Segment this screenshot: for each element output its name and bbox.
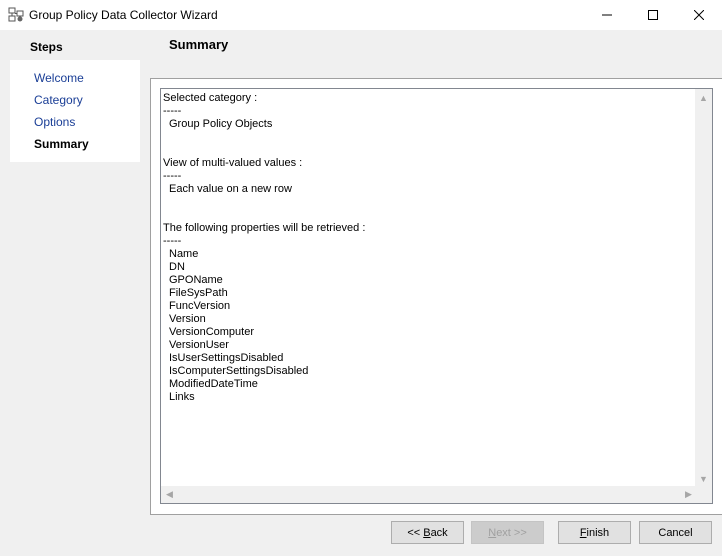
summary-line: -----: [163, 170, 182, 182]
horizontal-scrollbar[interactable]: ◀ ▶: [161, 486, 697, 503]
summary-line: Links: [169, 391, 195, 403]
summary-line: DN: [169, 261, 185, 273]
step-summary[interactable]: Summary: [34, 137, 89, 151]
page-title: Summary: [169, 37, 229, 52]
summary-textbox[interactable]: Selected category : ----- Group Policy Obj…: [160, 88, 713, 504]
group-policy-icon: [8, 7, 24, 22]
back-mnemonic: B: [423, 526, 431, 539]
next-mnemonic: N: [488, 526, 497, 539]
summary-line: Selected category :: [163, 92, 258, 104]
scroll-left-icon[interactable]: ◀: [161, 486, 178, 503]
summary-line: FileSysPath: [169, 287, 228, 299]
scroll-down-icon[interactable]: ▼: [695, 470, 712, 487]
summary-line: The following properties will be retriev…: [163, 222, 366, 234]
summary-line: GPOName: [169, 274, 223, 286]
summary-text: Selected category : ----- Group Policy Obj…: [163, 92, 693, 404]
summary-line: IsComputerSettingsDisabled: [169, 365, 309, 377]
back-rest: ack: [430, 526, 448, 539]
page-header: Summary: [150, 30, 722, 78]
summary-line: [163, 209, 693, 222]
minimize-button[interactable]: [584, 0, 630, 30]
cancel-button[interactable]: Cancel: [639, 521, 712, 544]
title-bar: Group Policy Data Collector Wizard: [0, 0, 722, 30]
summary-line: Each value on a new row: [169, 183, 292, 195]
step-options[interactable]: Options: [34, 115, 75, 129]
summary-line: -----: [163, 105, 182, 117]
back-button[interactable]: << Back: [391, 521, 464, 544]
minimize-icon: [602, 14, 612, 16]
summary-line: View of multi-valued values :: [163, 157, 303, 169]
summary-line: Name: [169, 248, 199, 260]
next-rest: ext >>: [496, 526, 527, 539]
summary-line: -----: [163, 235, 182, 247]
finish-mnemonic: F: [579, 526, 587, 539]
step-welcome[interactable]: Welcome: [34, 71, 84, 85]
scrollbar-corner: [695, 486, 712, 503]
scroll-up-icon[interactable]: ▲: [695, 89, 712, 106]
window-title: Group Policy Data Collector Wizard: [29, 8, 218, 22]
back-prefix: <<: [407, 526, 424, 539]
maximize-button[interactable]: [630, 0, 676, 30]
next-button[interactable]: Next >>: [471, 521, 544, 544]
summary-line: VersionUser: [169, 339, 229, 351]
step-category[interactable]: Category: [34, 93, 83, 107]
summary-line: [163, 196, 693, 209]
finish-rest: inish: [586, 526, 610, 539]
summary-line: [163, 131, 693, 144]
summary-line: IsUserSettingsDisabled: [169, 352, 284, 364]
close-button[interactable]: [676, 0, 722, 30]
steps-list: Welcome Category Options Summary: [10, 60, 140, 162]
summary-line: Version: [169, 313, 206, 325]
finish-button[interactable]: Finish: [558, 521, 631, 544]
summary-line: ModifiedDateTime: [169, 378, 258, 390]
maximize-icon: [648, 10, 658, 20]
steps-header: Steps: [30, 40, 63, 54]
close-icon: [694, 10, 704, 20]
vertical-scrollbar[interactable]: ▲ ▼: [695, 89, 712, 487]
summary-line: FuncVersion: [169, 300, 231, 312]
summary-line: [163, 144, 693, 157]
summary-line: VersionComputer: [169, 326, 254, 338]
summary-line: Group Policy Objects: [169, 118, 273, 130]
